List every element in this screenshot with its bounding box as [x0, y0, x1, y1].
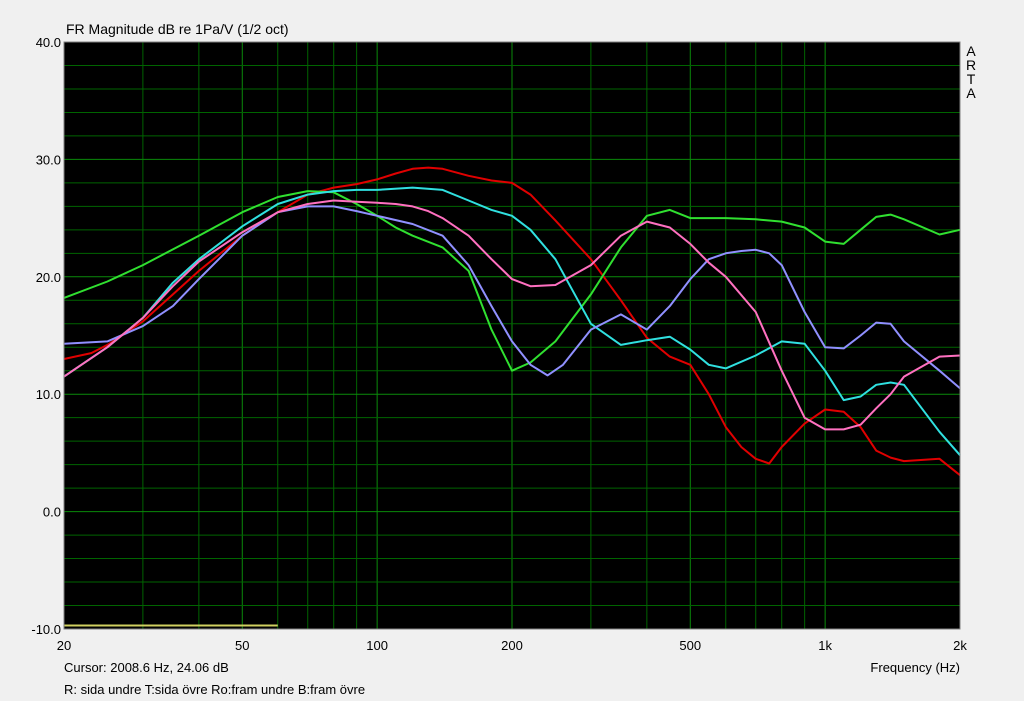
x-tick-label: 1k [818, 638, 832, 653]
arta-brand-label: ARTA [964, 44, 978, 100]
frequency-response-chart: 40.0 30.0 20.0 10.0 0.0 -10.020 50 100 200 500 1k 2… [31, 35, 967, 653]
arta-letter: A [966, 85, 976, 101]
x-tick-label: 100 [366, 638, 388, 653]
chart-title: FR Magnitude dB re 1Pa/V (1/2 oct) [66, 21, 289, 37]
x-tick-label: 20 [57, 638, 71, 653]
arta-letter: A [966, 43, 976, 59]
cursor-readout: Cursor: 2008.6 Hz, 24.06 dB [64, 660, 229, 675]
x-tick-label: 500 [679, 638, 701, 653]
y-tick-label: 40.0 [36, 35, 61, 50]
x-tick-label: 200 [501, 638, 523, 653]
y-tick-label: 20.0 [36, 270, 61, 285]
x-tick-label: 50 [235, 638, 249, 653]
arta-letter: R [965, 57, 977, 73]
arta-letter: T [966, 71, 976, 87]
x-tick-label: 2k [953, 638, 967, 653]
series-legend: R: sida undre T:sida övre Ro:fram undre … [64, 682, 366, 697]
y-tick-label: 30.0 [36, 152, 61, 167]
y-tick-label: -10.0 [31, 622, 61, 637]
x-axis-label: Frequency (Hz) [870, 660, 960, 675]
y-tick-label: 10.0 [36, 387, 61, 402]
y-tick-label: 0.0 [43, 505, 61, 520]
